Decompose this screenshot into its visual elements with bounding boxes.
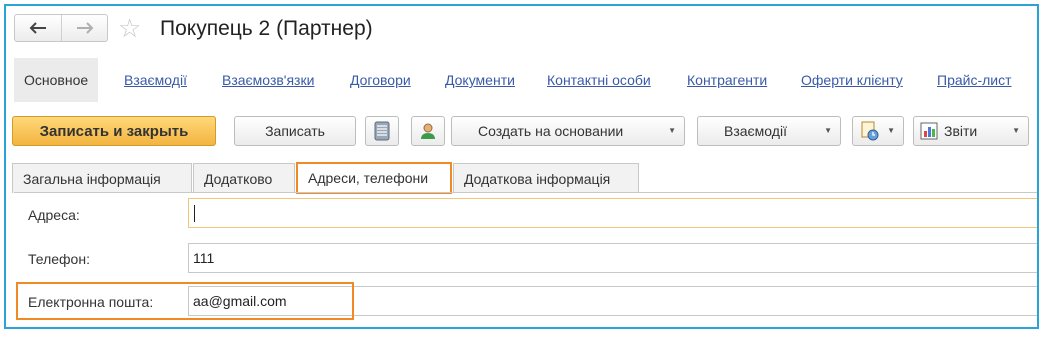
link-client-offers[interactable]: Оферти клієнту xyxy=(801,58,903,102)
dropdown-arrow-icon: ▼ xyxy=(668,126,676,135)
tab-additionally[interactable]: Додатково xyxy=(193,163,295,193)
tab-addresses-phones[interactable]: Адреси, телефони xyxy=(296,162,452,194)
text-cursor xyxy=(194,205,195,222)
navigation-buttons xyxy=(14,14,108,42)
form-window: ☆ Покупець 2 (Партнер) Основное Взаємоді… xyxy=(4,4,1039,329)
link-relations[interactable]: Взаємозв'язки xyxy=(222,58,314,102)
phone-field[interactable]: 111 xyxy=(188,243,1037,273)
dropdown-arrow-icon: ▼ xyxy=(1012,126,1020,135)
report-icon xyxy=(920,122,938,140)
back-button[interactable] xyxy=(15,15,61,41)
user-icon xyxy=(421,123,435,139)
list-button[interactable] xyxy=(365,116,399,146)
star-icon[interactable]: ☆ xyxy=(118,14,141,42)
arrow-left-icon xyxy=(29,22,46,34)
email-label: Електронна пошта: xyxy=(28,294,154,310)
interactions-label: Взаємодії xyxy=(724,123,787,139)
tab-divider xyxy=(14,192,1037,193)
list-icon xyxy=(374,121,390,141)
link-price-list[interactable]: Прайс-лист xyxy=(937,58,1012,102)
create-based-on-button[interactable]: Создать на основании ▼ xyxy=(451,116,685,146)
save-button[interactable]: Записать xyxy=(234,116,356,146)
print-button[interactable]: ▼ xyxy=(852,116,904,146)
reports-label: Звіти xyxy=(944,123,978,139)
link-counterparties[interactable]: Контрагенти xyxy=(687,58,767,102)
arrow-right-icon xyxy=(76,22,93,34)
link-contracts[interactable]: Договори xyxy=(350,58,411,102)
link-contact-persons[interactable]: Контактні особи xyxy=(547,58,651,102)
address-label: Адреса: xyxy=(28,207,80,223)
print-icon xyxy=(861,121,879,141)
dropdown-arrow-icon: ▼ xyxy=(824,126,832,135)
save-and-close-button[interactable]: Записать и закрыть xyxy=(12,116,216,146)
user-button[interactable] xyxy=(411,116,445,146)
interactions-button[interactable]: Взаємодії ▼ xyxy=(697,116,841,146)
tab-general-info[interactable]: Загальна інформація xyxy=(12,163,192,193)
forward-button[interactable] xyxy=(61,15,107,41)
link-documents[interactable]: Документи xyxy=(445,58,515,102)
address-field[interactable] xyxy=(188,198,1037,228)
link-main[interactable]: Основное xyxy=(14,58,99,102)
email-field[interactable]: aa@gmail.com xyxy=(188,286,1037,316)
dropdown-arrow-icon: ▼ xyxy=(887,126,895,135)
navigation-links-bar: Основное Взаємодії Взаємозв'язки Договор… xyxy=(14,58,1037,102)
create-based-on-label: Создать на основании xyxy=(478,123,624,139)
link-interactions[interactable]: Взаємодії xyxy=(124,58,187,102)
reports-button[interactable]: Звіти ▼ xyxy=(913,116,1029,146)
page-title: Покупець 2 (Партнер) xyxy=(160,17,373,40)
phone-label: Телефон: xyxy=(28,251,90,267)
tab-additional-info[interactable]: Додаткова інформація xyxy=(453,163,639,193)
